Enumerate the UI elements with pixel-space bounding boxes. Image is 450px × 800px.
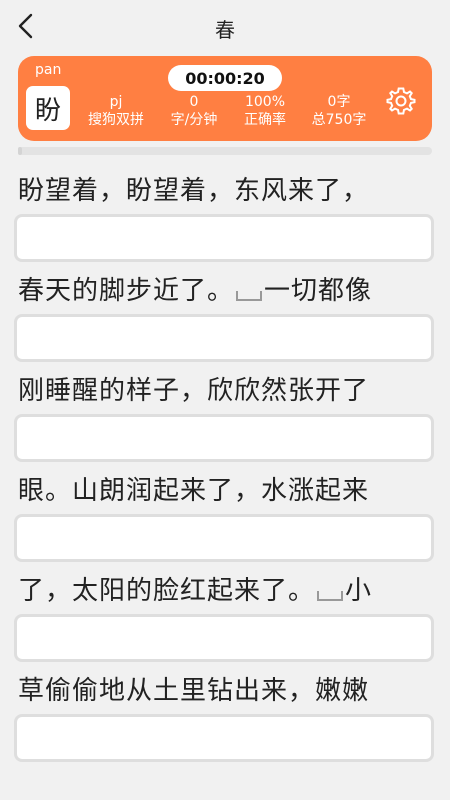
status-panel: pan 盼 00:00:20 pj 搜狗双拼 0 字/分钟 100% 正确率 0… xyxy=(18,56,432,141)
settings-button[interactable] xyxy=(386,85,416,115)
input-line-2[interactable] xyxy=(14,314,434,362)
input-line-1[interactable] xyxy=(14,214,434,262)
count-stat: 0字 总750字 xyxy=(312,93,367,129)
input-line-5[interactable] xyxy=(14,614,434,662)
input-line-4[interactable] xyxy=(14,514,434,562)
progress-bar xyxy=(18,147,432,155)
input-line-3[interactable] xyxy=(14,414,434,462)
scheme-stat: pj 搜狗双拼 xyxy=(88,93,144,129)
input-line-6[interactable] xyxy=(14,714,434,762)
space-marker-icon xyxy=(317,591,344,601)
text-line-6: 草偷偷地从土里钻出来，嫩嫩 xyxy=(18,676,370,706)
text-line-4: 眼。山朗润起来了，水涨起来 xyxy=(18,476,370,506)
gear-icon xyxy=(386,87,416,115)
timer: 00:00:20 xyxy=(168,65,282,91)
speed-stat: 0 字/分钟 xyxy=(171,93,218,129)
space-marker-icon xyxy=(236,291,263,301)
current-char: 盼 xyxy=(26,86,70,130)
typed-count: 0字 xyxy=(327,94,351,110)
page-title: 春 xyxy=(215,18,235,42)
accuracy-label: 正确率 xyxy=(244,112,286,128)
text-line-5: 了，太阳的脸红起来了。小 xyxy=(18,576,373,606)
scheme-name: 搜狗双拼 xyxy=(88,112,144,128)
text-line-3: 刚睡醒的样子，欣欣然张开了 xyxy=(18,376,370,406)
accuracy-stat: 100% 正确率 xyxy=(244,93,286,129)
current-pinyin: pan xyxy=(35,62,62,78)
scheme-code: pj xyxy=(109,94,123,110)
top-bar: 春 xyxy=(0,0,450,52)
text-line-1: 盼望着，盼望着，东风来了， xyxy=(18,176,370,206)
accuracy-value: 100% xyxy=(244,94,286,110)
speed-value: 0 xyxy=(189,94,199,110)
total-count: 总750字 xyxy=(311,112,367,128)
text-line-2: 春天的脚步近了。 一切都像 xyxy=(18,276,373,306)
progress-fill xyxy=(18,147,23,155)
speed-unit: 字/分钟 xyxy=(170,112,218,128)
